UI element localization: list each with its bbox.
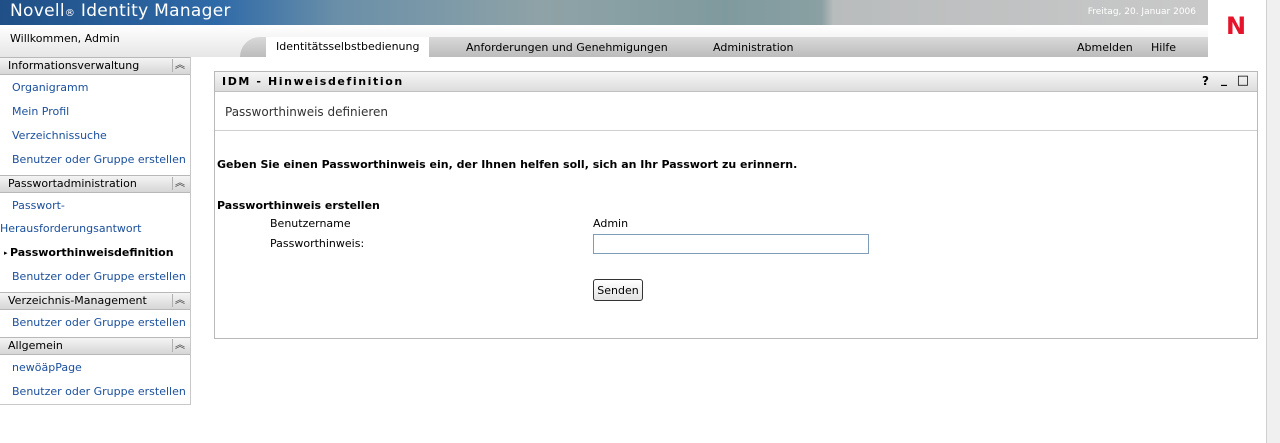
collapse-chevron-icon[interactable]: ︽ [172,59,187,72]
page-title: Passworthinweis definieren [225,105,389,119]
tab-identitaetsselbstbedienung[interactable]: Identitätsselbstbedienung [266,37,430,57]
section-title: Informationsverwaltung [8,59,140,72]
logo-area: N [1208,0,1266,57]
sidebar-item-benutzer-erstellen[interactable]: Benutzer oder Gruppe erstellen [12,270,186,283]
sidebar-item-verzeichnissuche[interactable]: Verzeichnissuche [12,129,107,142]
hint-label: Passworthinweis: [270,237,365,250]
portlet-hinweisdefinition: IDM - Hinweisdefinition ? _ □ Passworthi… [214,71,1258,339]
sidebar-item-benutzer-erstellen[interactable]: Benutzer oder Gruppe erstellen [12,153,186,166]
window-scrollbar[interactable] [1266,0,1280,443]
tab-anforderungen-und-genehmigungen[interactable]: Anforderungen und Genehmigungen [466,39,668,57]
section-passwortadministration[interactable]: Passwortadministration ︽ [0,175,190,193]
section-informationsverwaltung[interactable]: Informationsverwaltung ︽ [0,57,190,75]
help-link[interactable]: Hilfe [1151,39,1176,57]
logout-link[interactable]: Abmelden [1077,39,1133,57]
sidebar-item-passwort[interactable]: Passwort- [12,199,65,212]
sidebar-item-organigramm[interactable]: Organigramm [12,81,88,94]
brand-product: Identity Manager [75,1,231,21]
novell-logo-icon: N [1226,12,1247,40]
username-label: Benutzername [270,217,351,230]
sidebar: Informationsverwaltung ︽ Organigramm Mei… [0,57,191,405]
sidebar-item-mein-profil[interactable]: Mein Profil [12,105,69,118]
portlet-titlebar: IDM - Hinweisdefinition ? _ □ [215,72,1257,92]
maximize-icon[interactable]: □ [1237,73,1249,88]
instructions-text: Geben Sie einen Passworthinweis ein, der… [217,158,798,171]
tab-administration[interactable]: Administration [713,39,794,57]
divider [215,130,1257,131]
collapse-chevron-icon[interactable]: ︽ [172,339,187,352]
sidebar-item-newpage[interactable]: newöäpPage [12,361,82,374]
portlet-title: IDM - Hinweisdefinition [222,75,404,88]
password-hint-input[interactable] [593,234,869,254]
collapse-chevron-icon[interactable]: ︽ [172,177,187,190]
section-title: Allgemein [8,339,63,352]
section-title: Verzeichnis-Management [8,294,147,307]
help-icon[interactable]: ? [1202,74,1209,88]
minimize-icon[interactable]: _ [1221,72,1227,86]
app-title: Novell® Identity Manager [10,1,231,21]
welcome-text: Willkommen, Admin [10,32,120,45]
sidebar-item-benutzer-erstellen[interactable]: Benutzer oder Gruppe erstellen [12,385,186,398]
sidebar-item-passworthinweisdefinition[interactable]: ▸ Passworthinweisdefinition [4,246,174,259]
username-value: Admin [593,217,629,230]
submit-button[interactable]: Senden [593,279,643,301]
brand-name: Novell [10,1,65,21]
header-banner: Novell® Identity Manager Freitag, 20. Ja… [0,0,1208,25]
section-title: Passwortadministration [8,177,137,190]
form-subheading: Passworthinweis erstellen [217,199,380,212]
collapse-chevron-icon[interactable]: ︽ [172,294,187,307]
brand-registered-mark: ® [64,8,76,19]
sidebar-item-herausforderungsantwort[interactable]: Herausforderungsantwort [0,222,141,235]
section-allgemein[interactable]: Allgemein ︽ [0,337,190,355]
sidebar-item-benutzer-erstellen[interactable]: Benutzer oder Gruppe erstellen [12,316,186,329]
sidebar-item-label: Passworthinweisdefinition [9,246,174,259]
section-verzeichnis-management[interactable]: Verzeichnis-Management ︽ [0,292,190,310]
current-date: Freitag, 20. Januar 2006 [1087,7,1196,17]
